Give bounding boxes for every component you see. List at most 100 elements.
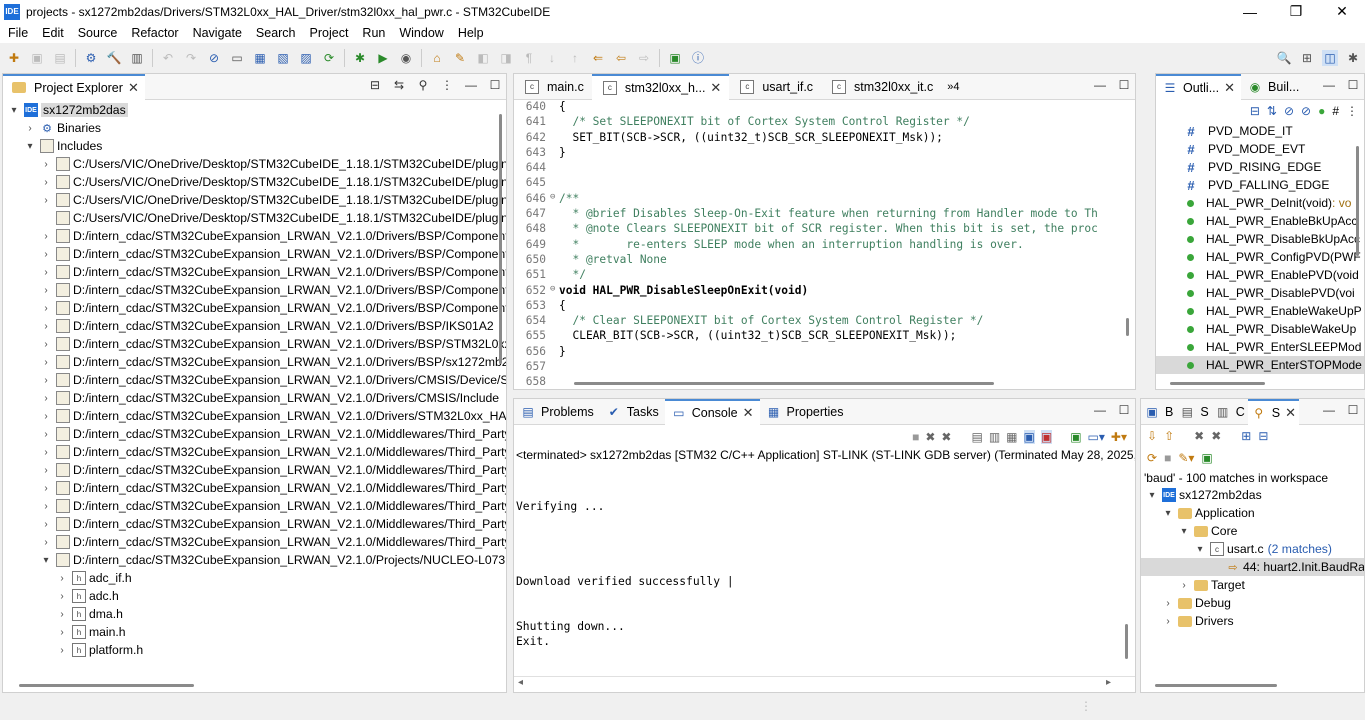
minimize-icon[interactable]: — — [1322, 403, 1336, 417]
menu-project[interactable]: Project — [304, 26, 357, 40]
collapsed-chevron-icon[interactable]: › — [55, 627, 69, 638]
maximize-icon[interactable]: ☐ — [1346, 403, 1360, 417]
outline-item[interactable]: HAL_PWR_DisableBkUpAcc — [1156, 230, 1364, 248]
tree-item[interactable]: ▾ IDE sx1272mb2das — [3, 101, 506, 119]
collapsed-chevron-icon[interactable]: › — [39, 465, 53, 476]
next-match-icon[interactable]: ⇩ — [1147, 429, 1157, 443]
tree-item[interactable]: › C:/Users/VIC/OneDrive/Desktop/STM32Cube… — [3, 173, 506, 191]
outline-item[interactable]: HAL_PWR_EnterSLEEPMod — [1156, 338, 1364, 356]
tab-editor-file[interactable]: c main.c — [514, 74, 592, 100]
menu-navigate[interactable]: Navigate — [187, 26, 250, 40]
debug-icon[interactable]: ✱ — [352, 50, 368, 66]
tree-item[interactable]: › D:/intern_cdac/STM32CubeExpansion_LRWAN… — [3, 299, 506, 317]
show-whitespace-icon[interactable]: ¶ — [521, 50, 537, 66]
fold-marker-icon[interactable]: ⊖ — [550, 284, 559, 299]
sort-icon[interactable]: ⇅ — [1267, 104, 1277, 118]
clear-console-icon[interactable]: ▤ — [971, 430, 982, 444]
collapsed-chevron-icon[interactable]: › — [23, 123, 37, 134]
tab-project-explorer[interactable]: Project Explorer ✕ — [3, 74, 145, 100]
tab-console[interactable]: ▭ Console ✕ — [664, 399, 760, 425]
menu-edit[interactable]: Edit — [36, 26, 72, 40]
toggle-block-icon[interactable]: ◨ — [498, 50, 514, 66]
view-menu-icon[interactable]: ⋮ — [1346, 104, 1358, 118]
expanded-chevron-icon[interactable]: ▾ — [1161, 508, 1175, 519]
run-search-again-icon[interactable]: ⟳ — [1147, 451, 1157, 465]
collapse-all-icon[interactable]: ⊟ — [1250, 104, 1260, 118]
word-wrap-icon[interactable]: ▦ — [1006, 430, 1017, 444]
horizontal-scrollbar[interactable] — [19, 684, 194, 687]
search-result-item[interactable]: ▾ Application — [1141, 504, 1364, 522]
collapsed-chevron-icon[interactable]: › — [39, 195, 53, 206]
collapsed-chevron-icon[interactable]: › — [39, 321, 53, 332]
minimize-icon[interactable]: — — [464, 78, 478, 92]
scroll-right-icon[interactable]: ▸ — [1106, 677, 1111, 688]
external-tools-icon[interactable]: ◉ — [398, 50, 414, 66]
collapsed-chevron-icon[interactable]: › — [55, 573, 69, 584]
vertical-scrollbar[interactable] — [1126, 318, 1129, 336]
collapsed-chevron-icon[interactable]: › — [39, 537, 53, 548]
undo-icon[interactable]: ↶ — [160, 50, 176, 66]
menu-file[interactable]: File — [2, 26, 36, 40]
outline-item[interactable]: # PVD_RISING_EDGE — [1156, 158, 1364, 176]
toggle-mark-icon[interactable]: ◧ — [475, 50, 491, 66]
hide-nonpublic-icon[interactable]: ● — [1318, 104, 1325, 118]
tree-item[interactable]: › D:/intern_cdac/STM32CubeExpansion_LRWAN… — [3, 407, 506, 425]
code-area[interactable]: 640 {641 /* Set SLEEPONEXIT bit of Cortex… — [514, 100, 1135, 389]
pin-search-icon[interactable]: ▣ — [1201, 451, 1212, 465]
horizontal-scrollbar[interactable] — [574, 382, 994, 385]
close-icon[interactable]: ✕ — [128, 80, 139, 96]
new-source-icon[interactable]: ▧ — [275, 50, 291, 66]
remove-launch-icon[interactable]: ✖ — [925, 430, 935, 444]
tab-search[interactable]: ⚲ S ✕ — [1247, 399, 1299, 425]
terminate-icon[interactable]: ■ — [912, 430, 919, 444]
open-type-icon[interactable]: ⌂ — [429, 50, 445, 66]
tree-item[interactable]: › C:/Users/VIC/OneDrive/Desktop/STM32Cube… — [3, 191, 506, 209]
collapsed-chevron-icon[interactable]: › — [1161, 598, 1175, 609]
menu-source[interactable]: Source — [72, 26, 126, 40]
collapsed-chevron-icon[interactable]: › — [1161, 616, 1175, 627]
hide-fields-icon[interactable]: ⊘ — [1284, 104, 1294, 118]
maximize-icon[interactable]: ☐ — [488, 78, 502, 92]
minimize-icon[interactable]: — — [1322, 78, 1336, 92]
open-console-icon[interactable]: ✚▾ — [1111, 430, 1127, 444]
expanded-chevron-icon[interactable]: ▾ — [23, 141, 37, 152]
tree-item[interactable]: › D:/intern_cdac/STM32CubeExpansion_LRWAN… — [3, 443, 506, 461]
minimize-window-button[interactable]: — — [1227, 0, 1273, 23]
hide-macros-icon[interactable]: # — [1332, 104, 1339, 118]
outline-item[interactable]: HAL_PWR_DisablePVD(voi — [1156, 284, 1364, 302]
outline-item[interactable]: HAL_PWR_DisableWakeUp — [1156, 320, 1364, 338]
menu-window[interactable]: Window — [393, 26, 451, 40]
maximize-icon[interactable]: ☐ — [1117, 78, 1131, 92]
last-edit-icon[interactable]: ⇐ — [590, 50, 606, 66]
menu-help[interactable]: Help — [452, 26, 492, 40]
fold-marker-icon[interactable]: ⊖ — [550, 192, 559, 207]
maximize-icon[interactable]: ☐ — [1117, 403, 1131, 417]
collapsed-chevron-icon[interactable]: › — [39, 519, 53, 530]
show-on-error-icon[interactable]: ▣ — [1040, 429, 1053, 444]
maximize-window-button[interactable]: ❐ — [1273, 0, 1319, 23]
expanded-chevron-icon[interactable]: ▾ — [1145, 490, 1159, 501]
collapsed-chevron-icon[interactable]: › — [39, 375, 53, 386]
collapsed-chevron-icon[interactable]: › — [39, 429, 53, 440]
outline-item[interactable]: # PVD_MODE_IT — [1156, 122, 1364, 140]
refresh-icon[interactable]: ⟳ — [321, 50, 337, 66]
maximize-icon[interactable]: ☐ — [1346, 78, 1360, 92]
console-output[interactable]: Verifying ... Download verified successfu… — [514, 466, 1135, 650]
tree-item[interactable]: › D:/intern_cdac/STM32CubeExpansion_LRWAN… — [3, 245, 506, 263]
device-config-icon[interactable]: ▥ — [129, 50, 145, 66]
collapsed-chevron-icon[interactable]: › — [39, 447, 53, 458]
tree-item[interactable]: › D:/intern_cdac/STM32CubeExpansion_LRWAN… — [3, 533, 506, 551]
collapsed-chevron-icon[interactable]: › — [55, 645, 69, 656]
info-icon[interactable]: ⓘ — [690, 50, 706, 66]
terminal-icon[interactable]: ▭ — [229, 50, 245, 66]
redo-icon[interactable]: ↷ — [183, 50, 199, 66]
search-result-item[interactable]: › Drivers — [1141, 612, 1364, 630]
run-icon[interactable]: ▶ — [375, 50, 391, 66]
search-icon[interactable]: 🔍 — [1276, 50, 1292, 66]
more-tabs-button[interactable]: »4 — [941, 74, 965, 100]
scroll-left-icon[interactable]: ◂ — [518, 677, 523, 688]
tree-item[interactable]: › D:/intern_cdac/STM32CubeExpansion_LRWAN… — [3, 425, 506, 443]
pin-editor-icon[interactable]: ▣ — [667, 50, 683, 66]
tab-cpu[interactable]: ▥ C — [1212, 399, 1248, 425]
tab-editor-file[interactable]: c stm32l0xx_it.c — [821, 74, 941, 100]
